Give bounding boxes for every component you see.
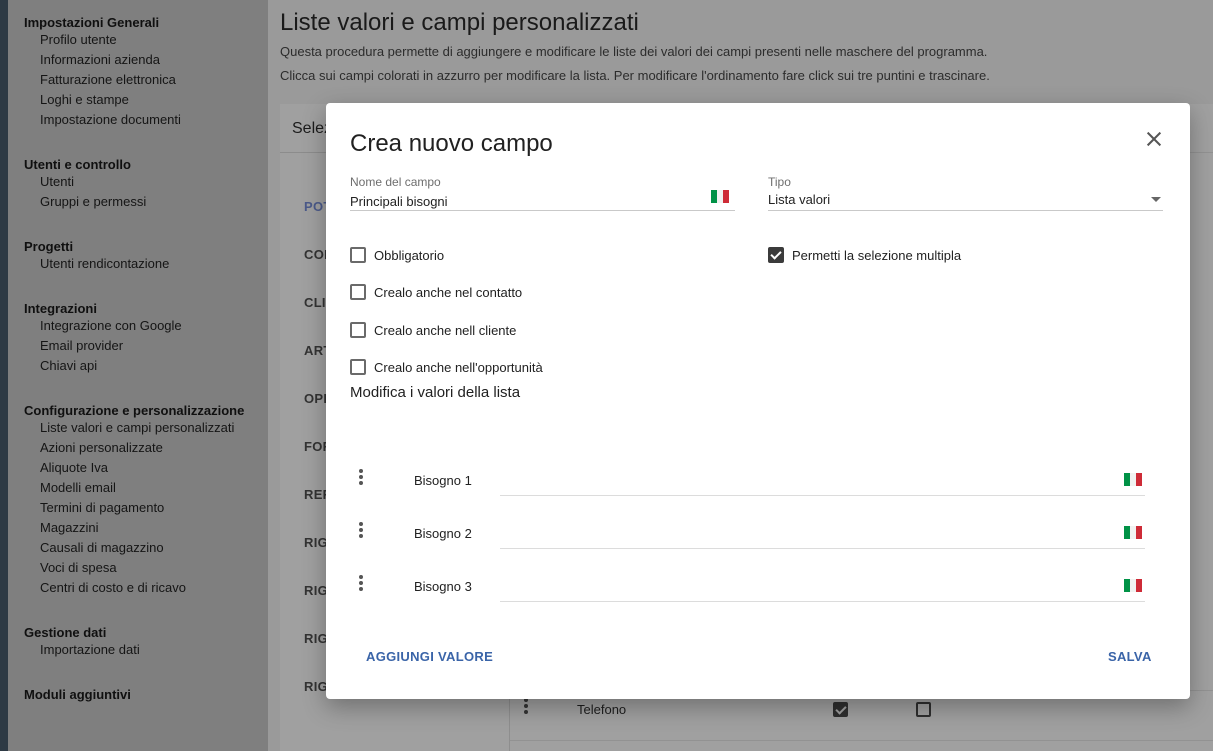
list-value-input[interactable] xyxy=(414,473,1014,488)
page-title: Liste valori e campi personalizzati xyxy=(280,9,639,36)
drag-handle-icon[interactable] xyxy=(359,469,363,487)
required-checkbox-row[interactable]: Obbligatorio xyxy=(350,245,444,265)
dialog-title: Crea nuovo campo xyxy=(350,130,553,157)
field-type-select[interactable]: Lista valori xyxy=(768,192,1163,210)
contact-checkbox-label: Crealo anche nel contatto xyxy=(374,284,523,300)
field-name-group: Nome del campo xyxy=(350,175,735,211)
field-type-label: Tipo xyxy=(768,175,791,189)
sidebar-group-integrations: Integrazioni Integrazione con Google Ema… xyxy=(8,286,268,376)
sidebar-item-profilo-utente[interactable]: Profilo utente xyxy=(8,30,268,50)
sidebar-item-chiavi-api[interactable]: Chiavi api xyxy=(8,356,268,376)
input-underline xyxy=(500,548,1145,549)
sidebar-group-title[interactable]: Moduli aggiuntivi xyxy=(8,672,268,702)
sidebar-item-importazione-dati[interactable]: Importazione dati xyxy=(8,640,268,660)
sidebar-group-title: Impostazioni Generali xyxy=(24,15,160,30)
opportunity-checkbox-row[interactable]: Crealo anche nell'opportunità xyxy=(350,357,543,377)
input-underline xyxy=(768,210,1163,211)
field-name-label: Nome del campo xyxy=(350,175,441,189)
sidebar-group-users: Utenti e controllo Utenti Gruppi e perme… xyxy=(8,142,268,212)
client-checkbox[interactable] xyxy=(350,322,366,338)
field-name-input[interactable] xyxy=(350,192,735,210)
multiple-selection-checkbox-row[interactable]: Permetti la selezione multipla xyxy=(768,245,961,265)
list-item xyxy=(350,512,1150,552)
list-values-title: Modifica i valori della lista xyxy=(350,384,521,401)
sidebar-group-title: Integrazioni xyxy=(24,301,97,316)
chevron-down-icon[interactable] xyxy=(1151,197,1161,202)
sidebar-item-gruppi-permessi[interactable]: Gruppi e permessi xyxy=(8,192,268,212)
entity-tab[interactable]: RIG xyxy=(304,631,328,646)
save-button[interactable]: SALVA xyxy=(1108,649,1152,664)
sidebar-group-title: Utenti e controllo xyxy=(24,157,131,172)
multiple-selection-checkbox[interactable] xyxy=(768,247,784,263)
sidebar-item-modelli-email[interactable]: Modelli email xyxy=(8,478,268,498)
sidebar-group-title: Gestione dati xyxy=(24,625,107,640)
entity-tab[interactable]: CLI xyxy=(304,295,326,310)
sidebar-item-voci-spesa[interactable]: Voci di spesa xyxy=(8,558,268,578)
italian-flag-icon[interactable] xyxy=(711,190,729,203)
list-value-input[interactable] xyxy=(414,579,1014,594)
entity-tab[interactable]: RIG xyxy=(304,679,328,694)
list-value-input[interactable] xyxy=(414,526,1014,541)
entity-tab[interactable]: RIG xyxy=(304,583,328,598)
sidebar-item-azioni-personalizzate[interactable]: Azioni personalizzate xyxy=(8,438,268,458)
sidebar-group-title: Configurazione e personalizzazione xyxy=(24,403,245,418)
settings-sidebar: Impostazioni Generali Profilo utente Inf… xyxy=(8,0,268,751)
sidebar-item-centri-costo[interactable]: Centri di costo e di ricavo xyxy=(8,578,268,598)
opportunity-checkbox[interactable] xyxy=(350,359,366,375)
input-underline xyxy=(350,210,735,211)
sidebar-item-loghi-stampe[interactable]: Loghi e stampe xyxy=(8,90,268,110)
sidebar-item-aliquote-iva[interactable]: Aliquote Iva xyxy=(8,458,268,478)
contact-checkbox[interactable] xyxy=(350,284,366,300)
sidebar-group-modules: Moduli aggiuntivi xyxy=(8,672,268,702)
drag-handle-icon[interactable] xyxy=(524,698,528,716)
add-value-button[interactable]: AGGIUNGI VALORE xyxy=(366,649,493,664)
row-checkbox[interactable] xyxy=(833,702,848,717)
app-edge-strip xyxy=(0,0,8,751)
italian-flag-icon[interactable] xyxy=(1124,473,1142,486)
drag-handle-icon[interactable] xyxy=(359,575,363,593)
sidebar-item-informazioni-azienda[interactable]: Informazioni azienda xyxy=(8,50,268,70)
required-checkbox-label: Obbligatorio xyxy=(374,247,445,263)
page-instructions: Clicca sui campi colorati in azzurro per… xyxy=(280,68,990,83)
create-field-dialog: Crea nuovo campo Nome del campo Tipo Lis… xyxy=(326,103,1190,699)
sidebar-group-general: Impostazioni Generali Profilo utente Inf… xyxy=(8,0,268,130)
sidebar-item-utenti-rendicontazione[interactable]: Utenti rendicontazione xyxy=(8,254,268,274)
list-divider xyxy=(510,740,1213,741)
list-item xyxy=(350,459,1150,499)
sidebar-item-liste-valori[interactable]: Liste valori e campi personalizzati xyxy=(8,418,268,438)
page-description: Questa procedura permette di aggiungere … xyxy=(280,44,988,59)
opportunity-checkbox-label: Crealo anche nell'opportunità xyxy=(374,359,543,375)
list-item xyxy=(350,565,1150,605)
row-label: Telefono xyxy=(577,702,627,717)
sidebar-group-data: Gestione dati Importazione dati xyxy=(8,610,268,660)
row-checkbox[interactable] xyxy=(916,702,931,717)
entity-tab[interactable]: RIG xyxy=(304,535,328,550)
italian-flag-icon[interactable] xyxy=(1124,579,1142,592)
sidebar-group-title: Progetti xyxy=(24,239,74,254)
sidebar-item-magazzini[interactable]: Magazzini xyxy=(8,518,268,538)
contact-checkbox-row[interactable]: Crealo anche nel contatto xyxy=(350,282,522,302)
client-checkbox-row[interactable]: Crealo anche nell cliente xyxy=(350,320,516,340)
italian-flag-icon[interactable] xyxy=(1124,526,1142,539)
multiple-selection-label: Permetti la selezione multipla xyxy=(792,247,962,263)
sidebar-item-causali-magazzino[interactable]: Causali di magazzino xyxy=(8,538,268,558)
sidebar-item-integrazione-google[interactable]: Integrazione con Google xyxy=(8,316,268,336)
input-underline xyxy=(500,495,1145,496)
sidebar-item-utenti[interactable]: Utenti xyxy=(8,172,268,192)
field-type-group[interactable]: Tipo Lista valori xyxy=(768,175,1163,211)
sidebar-group-configuration: Configurazione e personalizzazione Liste… xyxy=(8,388,268,598)
input-underline xyxy=(500,601,1145,602)
sidebar-item-termini-pagamento[interactable]: Termini di pagamento xyxy=(8,498,268,518)
close-icon[interactable] xyxy=(1142,127,1166,151)
required-checkbox[interactable] xyxy=(350,247,366,263)
sidebar-item-email-provider[interactable]: Email provider xyxy=(8,336,268,356)
sidebar-item-fatturazione[interactable]: Fatturazione elettronica xyxy=(8,70,268,90)
drag-handle-icon[interactable] xyxy=(359,522,363,540)
client-checkbox-label: Crealo anche nell cliente xyxy=(374,322,517,338)
sidebar-item-impostazione-documenti[interactable]: Impostazione documenti xyxy=(8,110,268,130)
sidebar-group-projects: Progetti Utenti rendicontazione xyxy=(8,224,268,274)
